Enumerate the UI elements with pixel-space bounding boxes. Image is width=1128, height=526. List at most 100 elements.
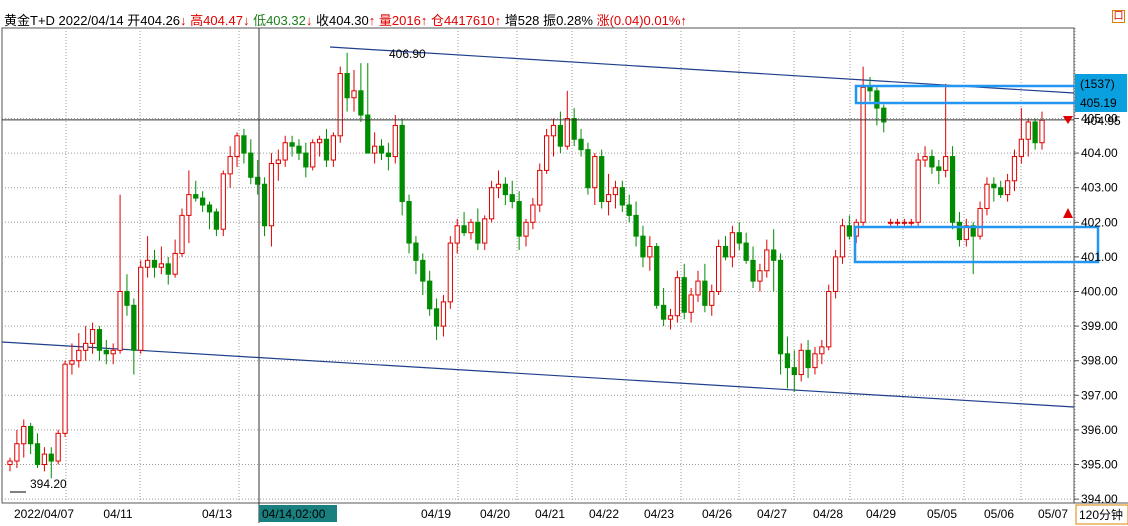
candle-body-down — [949, 156, 956, 223]
symbol-label: 黄金T+D — [4, 13, 55, 28]
low-annotation: 394.20 — [30, 477, 67, 491]
candle-body-up — [330, 135, 336, 161]
amplitude-label: 振 — [543, 13, 557, 28]
candle-body-up — [110, 349, 116, 355]
lower-trend-line — [1, 341, 1075, 408]
candle-body-up — [605, 194, 612, 203]
candle-body-down — [399, 124, 405, 203]
candle-body-up — [688, 294, 694, 313]
candle-body-down — [867, 86, 873, 92]
candle-body-up — [138, 266, 144, 351]
candle-body-down — [571, 118, 577, 140]
y-tick-label: 404.00 — [1081, 146, 1118, 160]
candle-body-up — [757, 270, 763, 282]
high-label: 高 — [190, 13, 204, 28]
candle-body-down — [344, 73, 350, 99]
date-axis: 2022/04/07 04/11 04/13 04/19 04/20 04/21 04/22… — [14, 507, 1068, 521]
candle-body-down — [516, 201, 522, 237]
overlays: 406.90394.20(1537)405.19404.9504/14,02:0… — [2, 28, 1128, 525]
candle-body-up — [674, 277, 680, 317]
candle-body-up — [372, 145, 378, 154]
candle-body-up — [144, 259, 151, 268]
candle-body-down — [771, 249, 777, 261]
high-value: 404.47 — [203, 13, 243, 28]
candle-body-up — [564, 118, 570, 147]
candle-body-down — [131, 304, 137, 351]
price-badge-value: 405.19 — [1080, 96, 1117, 110]
high-arrow: ↓ — [242, 13, 250, 28]
x-tick-label: 05/05 — [927, 507, 957, 521]
candle-body-down — [461, 225, 467, 234]
candle-body-down — [681, 277, 687, 313]
candle-body-down — [200, 197, 206, 206]
candle-body-up — [447, 242, 453, 303]
open-interest-arrow: ↑ — [494, 13, 502, 28]
candle-body-down — [193, 194, 199, 199]
candle-body-down — [385, 152, 392, 158]
candle-body-down — [722, 246, 729, 258]
candle-body-up — [901, 221, 908, 224]
chart-window: 406.90 394.20 (1537) 405.19 404.95 04/14,02:0… — [0, 0, 1128, 526]
candle-body-down — [557, 124, 564, 147]
candle-body-up — [482, 218, 488, 244]
candle-body-down — [956, 221, 963, 241]
candle-body-up — [158, 263, 164, 268]
candle-body-up — [172, 252, 178, 275]
change-percent: 0.01% — [643, 13, 681, 28]
candle-body-up — [76, 349, 82, 362]
candle-body-down — [502, 183, 508, 196]
candle-body-up — [832, 256, 839, 292]
volume-label: 量 — [378, 13, 392, 28]
candle-body-up — [454, 225, 460, 244]
candle-body-up — [83, 342, 89, 351]
open-interest-label: 仓 — [430, 13, 444, 28]
high-annotation: 406.90 — [389, 47, 426, 61]
candle-body-down — [261, 183, 268, 227]
x-tick-label: 05/07 — [1038, 507, 1068, 521]
candle-body-up — [282, 142, 288, 161]
low-arrow: ↓ — [305, 13, 313, 28]
candle-body-up — [1018, 138, 1024, 158]
y-tick-label: 405.00 — [1081, 112, 1118, 126]
candle-body-up — [977, 207, 983, 237]
candle-body-up — [819, 346, 825, 355]
x-tick-label: 04/27 — [757, 507, 787, 521]
candle-body-up — [915, 159, 921, 223]
candle-body-up — [523, 221, 529, 237]
candle-body-down — [929, 156, 935, 168]
candle-body-up — [117, 291, 123, 351]
change-arrow: ↑ — [680, 13, 687, 28]
candle-body-up — [62, 363, 68, 434]
low-value: 403.32 — [266, 13, 306, 28]
candle-body-up — [227, 156, 233, 175]
candle-body-down — [303, 152, 309, 168]
candle-body-up — [7, 460, 13, 466]
x-tick-label: 2022/04/07 — [14, 507, 74, 521]
candlestick-chart[interactable]: 406.90394.20(1537)405.19404.9504/14,02:0… — [0, 0, 1128, 526]
candle-body-down — [626, 204, 632, 216]
candle-body-up — [647, 246, 653, 258]
x-tick-label: 04/21 — [535, 507, 565, 521]
window-toggle-icon[interactable]: 口 — [1112, 10, 1125, 23]
candle-body-up — [468, 221, 474, 234]
candle-body-up — [826, 291, 832, 348]
candle-body-up — [922, 156, 928, 161]
candle-body-up — [544, 135, 550, 171]
candle-body-down — [206, 204, 213, 213]
candle-body-down — [599, 156, 605, 203]
candle-body-up — [69, 360, 75, 365]
close-value: 404.30 — [328, 13, 369, 28]
y-tick-label: 396.00 — [1081, 423, 1118, 437]
candle-body-down — [750, 259, 756, 282]
y-tick-label: 402.00 — [1081, 215, 1118, 229]
candle-body-up — [14, 443, 20, 462]
candle-body-up — [186, 194, 192, 216]
candle-body-up — [860, 86, 866, 223]
candle-body-up — [310, 142, 316, 168]
open-interest-value: 4417610 — [443, 13, 495, 28]
candle-body-down — [784, 353, 791, 369]
candle-body-up — [894, 221, 901, 224]
candle-body-up — [709, 291, 715, 306]
candle-body-up — [268, 162, 275, 227]
y-tick-label: 401.00 — [1081, 250, 1118, 264]
